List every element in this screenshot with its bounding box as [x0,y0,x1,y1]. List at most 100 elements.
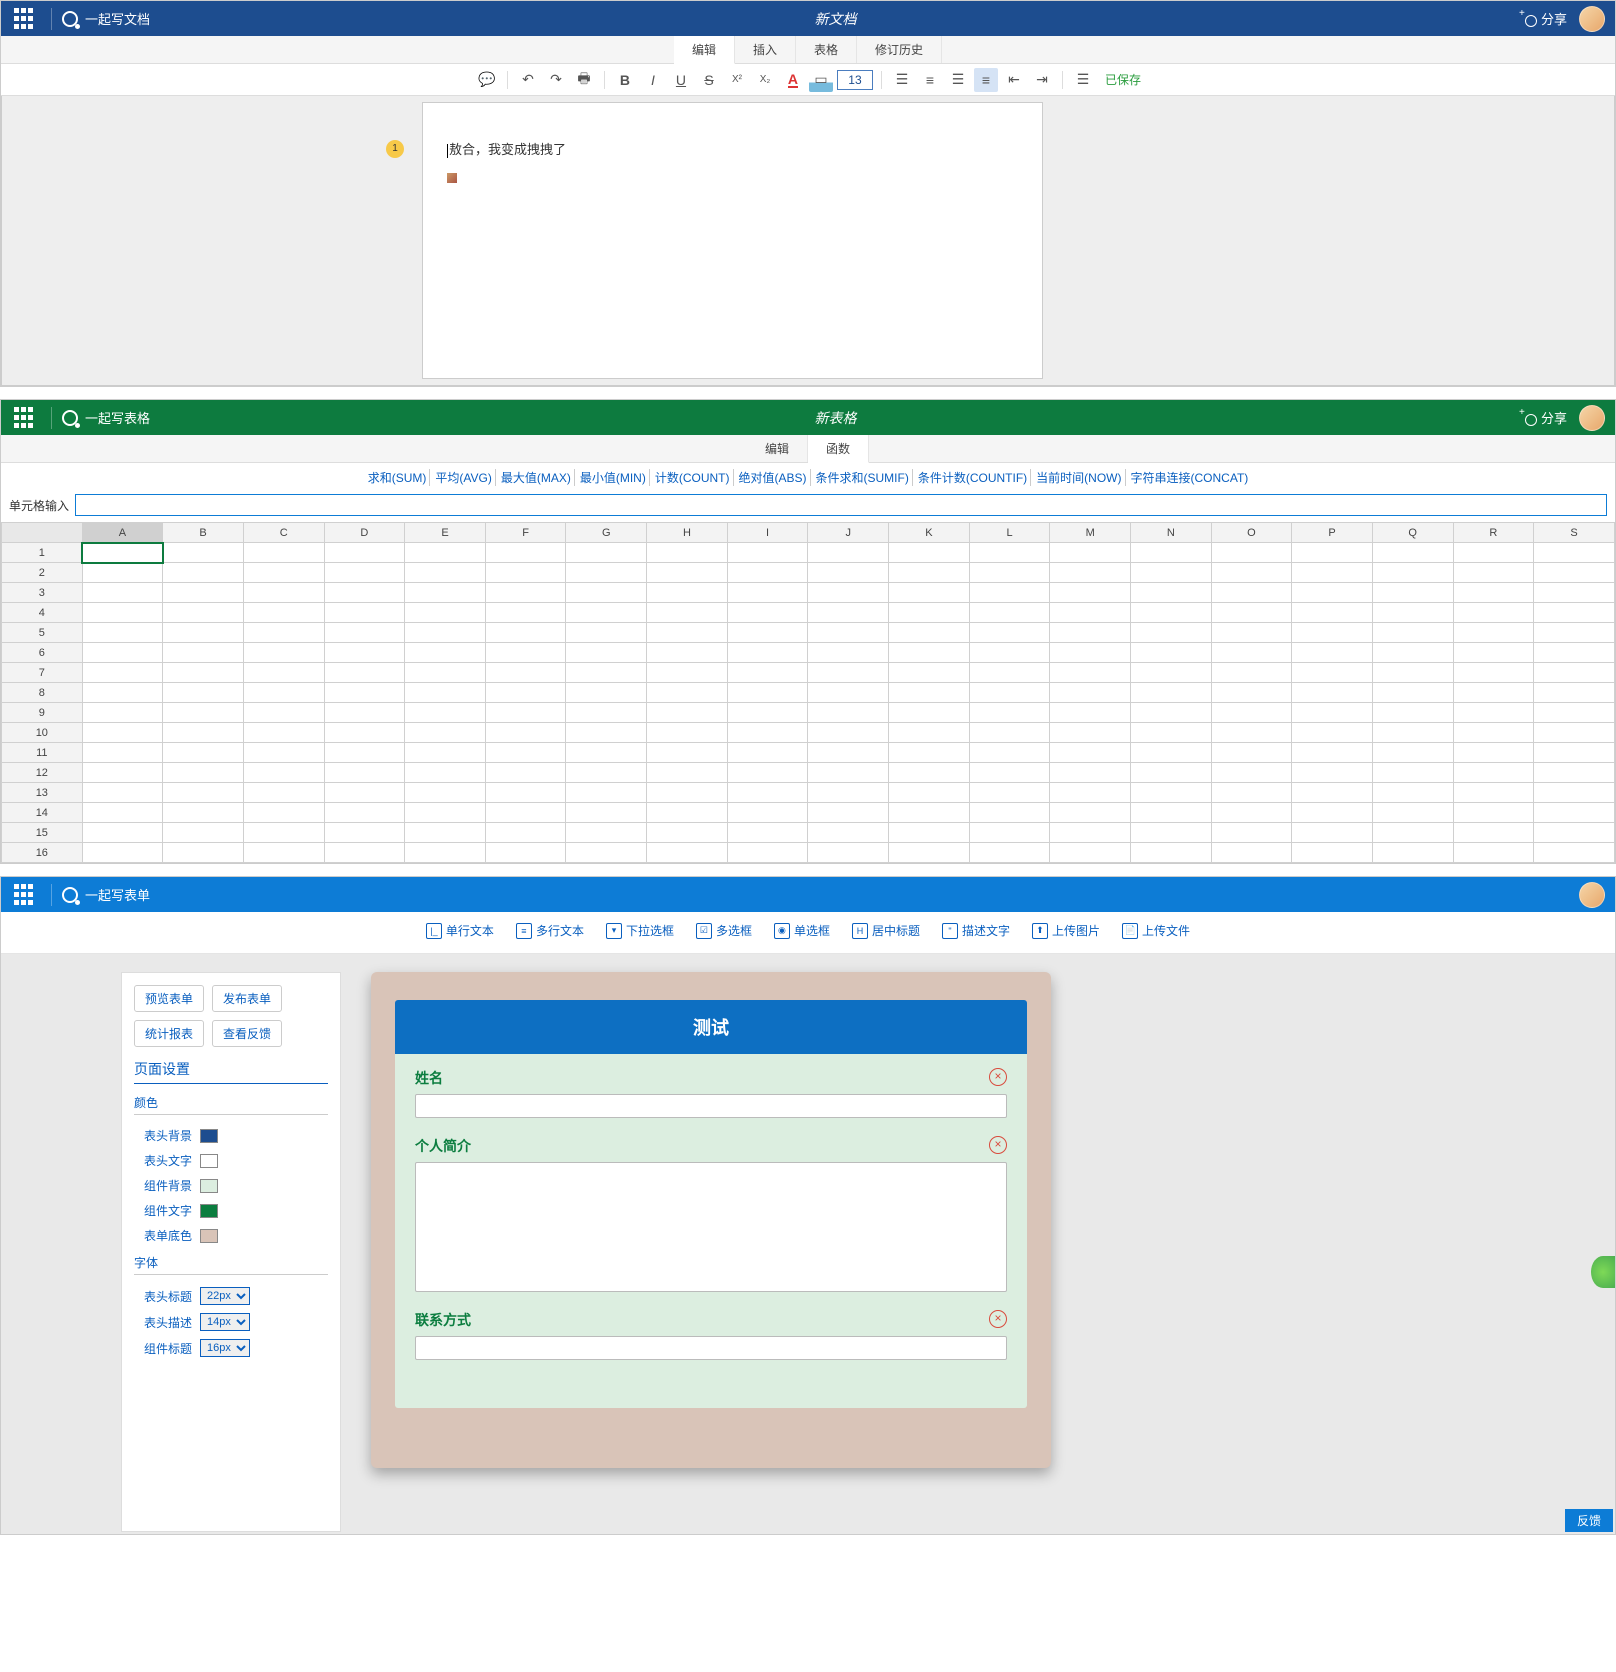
col-header[interactable]: E [405,523,486,543]
cell[interactable] [566,623,647,643]
cell[interactable] [405,563,486,583]
cell[interactable] [889,843,970,863]
cell[interactable] [1372,843,1453,863]
cell[interactable] [485,563,566,583]
form-tool-多选框[interactable]: ☑多选框 [696,922,752,939]
cell[interactable] [1050,543,1131,563]
col-header[interactable]: Q [1372,523,1453,543]
row-header[interactable]: 7 [2,663,83,683]
cell[interactable] [405,703,486,723]
cell[interactable] [889,743,970,763]
doc-text[interactable]: 敖合，我变成拽拽了 [447,139,1018,158]
cell[interactable] [566,803,647,823]
cell[interactable] [82,763,163,783]
cell[interactable] [485,743,566,763]
cell[interactable] [566,763,647,783]
function-link[interactable]: 当前时间(NOW) [1033,469,1125,486]
cell[interactable] [82,843,163,863]
col-header[interactable]: P [1292,523,1373,543]
cell[interactable] [1534,603,1615,623]
cell[interactable] [1534,683,1615,703]
function-link[interactable]: 条件计数(COUNTIF) [915,469,1031,486]
cell[interactable] [808,543,889,563]
cell[interactable] [243,823,324,843]
side-button[interactable]: 预览表单 [134,985,204,1012]
cell[interactable] [727,563,808,583]
cell[interactable] [163,803,244,823]
cell[interactable] [1211,743,1292,763]
cell[interactable] [1372,583,1453,603]
cell[interactable] [1372,823,1453,843]
cell[interactable] [1050,603,1131,623]
tab-edit[interactable]: 编辑 [747,435,808,462]
sheet-title[interactable]: 新表格 [150,408,1521,428]
cell[interactable] [889,603,970,623]
delete-icon[interactable]: × [989,1310,1007,1328]
input-field[interactable] [415,1094,1007,1118]
cell[interactable] [1372,643,1453,663]
function-link[interactable]: 最小值(MIN) [577,469,650,486]
cell[interactable] [1130,683,1211,703]
cell[interactable] [1130,783,1211,803]
cell[interactable] [647,843,728,863]
cell[interactable] [969,763,1050,783]
cell[interactable] [163,643,244,663]
cell[interactable] [969,623,1050,643]
row-header[interactable]: 15 [2,823,83,843]
cell[interactable] [1372,663,1453,683]
tab-table[interactable]: 表格 [796,36,857,63]
cell[interactable] [969,803,1050,823]
cell[interactable] [1211,563,1292,583]
cell[interactable] [647,763,728,783]
cell[interactable] [243,803,324,823]
apps-menu-icon[interactable] [11,883,35,907]
side-button[interactable]: 查看反馈 [212,1020,282,1047]
cell[interactable] [1050,643,1131,663]
function-link[interactable]: 计数(COUNT) [652,469,734,486]
cell[interactable] [243,603,324,623]
cell[interactable] [808,663,889,683]
cell[interactable] [324,583,405,603]
cell[interactable] [889,563,970,583]
cell[interactable] [1292,563,1373,583]
scroll-handle-icon[interactable] [1591,1256,1615,1288]
cell[interactable] [243,783,324,803]
function-link[interactable]: 最大值(MAX) [498,469,575,486]
col-header[interactable]: D [324,523,405,543]
cell[interactable] [1534,543,1615,563]
cell[interactable] [1453,763,1534,783]
side-button[interactable]: 发布表单 [212,985,282,1012]
cell[interactable] [1130,563,1211,583]
cell[interactable] [889,803,970,823]
cell[interactable] [566,603,647,623]
cell[interactable] [243,623,324,643]
cell[interactable] [485,823,566,843]
cell[interactable] [808,583,889,603]
cell[interactable] [485,723,566,743]
tab-edit[interactable]: 编辑 [674,36,735,64]
cell[interactable] [1211,603,1292,623]
fontsize-input[interactable]: 13 [837,70,873,90]
cell[interactable] [889,543,970,563]
cell[interactable] [1453,723,1534,743]
cell[interactable] [1534,583,1615,603]
row-header[interactable]: 12 [2,763,83,783]
cell[interactable] [969,723,1050,743]
cell[interactable] [1050,663,1131,683]
cell[interactable] [566,723,647,743]
cell[interactable] [1453,643,1534,663]
cell[interactable] [1453,783,1534,803]
cell[interactable] [1453,843,1534,863]
cell[interactable] [647,563,728,583]
cell[interactable] [1292,743,1373,763]
cell[interactable] [1130,763,1211,783]
cell[interactable] [1211,543,1292,563]
cell[interactable] [243,563,324,583]
cell[interactable] [1534,663,1615,683]
feedback-button[interactable]: 反馈 [1565,1509,1613,1532]
cell[interactable] [163,603,244,623]
cell[interactable] [1292,763,1373,783]
cell[interactable] [727,783,808,803]
list-icon[interactable]: ☰ [1071,68,1095,92]
form-tool-下拉选框[interactable]: ▾下拉选框 [606,922,674,939]
